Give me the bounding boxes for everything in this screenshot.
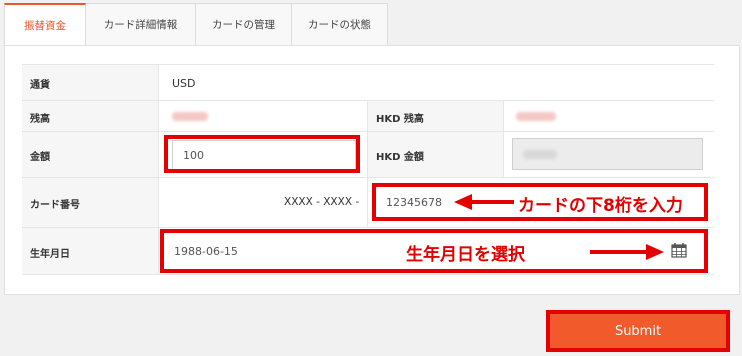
amount-row: 金額 100 HKD 金額: [22, 131, 714, 177]
birthdate-annotation: 生年月日を選択: [406, 245, 525, 265]
tab-card-status[interactable]: カードの状態: [292, 3, 388, 46]
card-number-annotation: カードの下8桁を入力: [518, 196, 683, 216]
currency-row: 通貨 USD: [22, 64, 714, 100]
calendar-icon[interactable]: [671, 242, 687, 258]
arrow-right-icon: [590, 244, 664, 260]
birthdate-label: 生年月日: [30, 249, 70, 260]
balance-label: 残高: [30, 114, 50, 125]
tab-bar: 振替資金 カード詳細情報 カードの管理 カードの状態: [4, 3, 388, 46]
card-number-prefix: XXXX - XXXX -: [284, 196, 360, 208]
card-number-input[interactable]: 12345678: [376, 187, 451, 217]
card-number-label: カード番号: [30, 200, 80, 211]
tab-card-management[interactable]: カードの管理: [196, 3, 292, 46]
tab-transfer-funds[interactable]: 振替資金: [4, 3, 86, 46]
amount-highlight-box: [164, 135, 360, 173]
balance-row: 残高 HKD 残高: [22, 100, 714, 131]
amount-label: 金額: [30, 152, 50, 163]
arrow-left-icon: [454, 194, 514, 210]
balance-value-redacted: [172, 112, 208, 121]
hkd-amount-input: [512, 138, 703, 170]
currency-label: 通貨: [30, 80, 50, 91]
currency-value: USD: [172, 77, 196, 90]
hkd-amount-label: HKD 金額: [376, 152, 424, 163]
hkd-balance-label: HKD 残高: [376, 114, 424, 125]
tab-card-details[interactable]: カード詳細情報: [86, 3, 196, 46]
submit-button[interactable]: Submit: [546, 310, 730, 352]
hkd-balance-value-redacted: [516, 112, 556, 121]
